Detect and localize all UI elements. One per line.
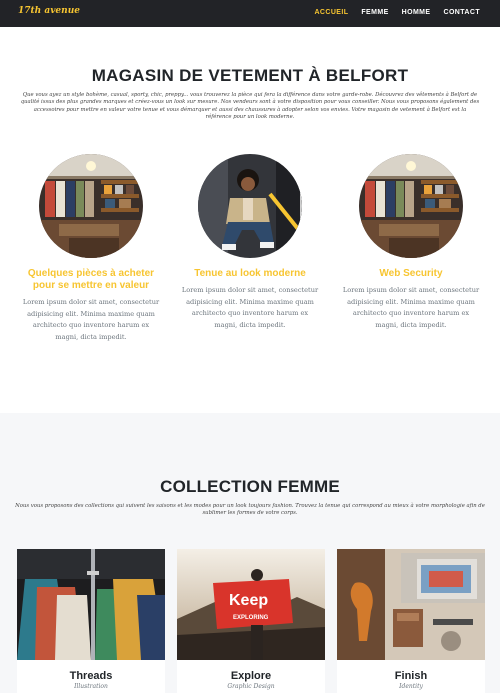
boutique-image	[39, 154, 143, 258]
nav-link-homme[interactable]: HOMME	[402, 9, 431, 16]
card-title: Explore	[230, 670, 272, 682]
store-intro: Que vous ayez un style bohème, casual, s…	[20, 92, 480, 120]
keep-exploring-image: Keep EXPLORING	[177, 549, 325, 660]
brand-logo[interactable]: 17th avenue	[18, 6, 80, 16]
nav-link-accueil[interactable]: ACCUEIL	[314, 9, 348, 16]
collection-title: COLLECTION FEMME	[160, 477, 340, 496]
card-title: Finish	[394, 670, 428, 682]
man-outfit-image	[198, 154, 302, 258]
feature-card: Web Security Lorem ipsum dolor sit amet,…	[336, 154, 486, 331]
card-title: Threads	[69, 670, 113, 682]
collection-card-finish[interactable]: Finish Identity	[337, 549, 485, 693]
collection-card-threads[interactable]: Threads Illustration	[17, 549, 165, 693]
feature-card: Tenue au look moderne Lorem ipsum dolor …	[175, 154, 325, 331]
nav-link-femme[interactable]: FEMME	[361, 9, 388, 16]
feature-card: Quelques pièces à acheter pour se mettre…	[16, 154, 166, 343]
card-subtitle: Identity	[399, 683, 423, 690]
nav-link-contact[interactable]: CONTACT	[444, 9, 481, 16]
card-subtitle: Graphic Design	[227, 683, 275, 690]
feature-title: Quelques pièces à acheter pour se mettre…	[27, 268, 155, 291]
collection-section: COLLECTION FEMME Nous vous proposons des…	[0, 413, 500, 693]
nav-links: ACCUEIL FEMME HOMME CONTACT	[314, 9, 480, 16]
collection-card-explore[interactable]: Keep EXPLORING Explore Graphic Design	[177, 549, 325, 693]
store-title: MAGASIN DE VETEMENT À BELFORT	[91, 66, 409, 85]
feature-text: Lorem ipsum dolor sit amet, consectetur …	[342, 286, 480, 329]
feature-title: Web Security	[379, 268, 443, 279]
desk-objects-image	[337, 549, 485, 660]
store-section: MAGASIN DE VETEMENT À BELFORT Que vous a…	[0, 27, 500, 413]
feature-text: Lorem ipsum dolor sit amet, consectetur …	[22, 298, 160, 341]
boutique-image	[359, 154, 463, 258]
feature-text: Lorem ipsum dolor sit amet, consectetur …	[181, 286, 319, 329]
svg-text:Keep: Keep	[229, 592, 268, 609]
feature-title: Tenue au look moderne	[194, 268, 306, 279]
navbar: 17th avenue ACCUEIL FEMME HOMME CONTACT	[0, 0, 500, 27]
svg-text:EXPLORING: EXPLORING	[233, 615, 269, 621]
card-subtitle: Illustration	[74, 683, 108, 690]
shirts-image	[17, 549, 165, 660]
collection-intro: Nous vous proposons des collections qui …	[15, 503, 485, 517]
